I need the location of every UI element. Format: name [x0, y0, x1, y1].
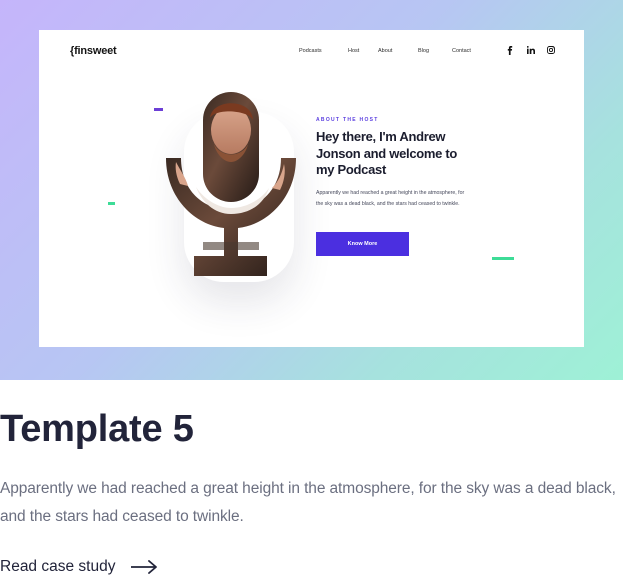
host-microphone-image: [166, 92, 296, 277]
instagram-icon[interactable]: [546, 45, 556, 55]
read-case-study-label[interactable]: Read case study: [0, 558, 115, 576]
linkedin-icon[interactable]: [526, 45, 536, 55]
know-more-button[interactable]: Know More: [316, 232, 409, 256]
decor-purple-dash: [154, 108, 163, 111]
preview-nav: Podcasts Host About Blog Contact: [299, 48, 476, 54]
hero-description: Apparently we had reached a great height…: [316, 190, 465, 207]
facebook-icon[interactable]: [505, 45, 515, 55]
card-title: Template 5: [0, 408, 194, 450]
nav-contact[interactable]: Contact: [452, 48, 476, 54]
nav-about[interactable]: About: [378, 48, 396, 54]
decor-green-dash: [108, 202, 115, 205]
read-case-study-link[interactable]: Read case study: [0, 558, 158, 576]
card-description: Apparently we had reached a great height…: [0, 480, 616, 525]
hero-title: Hey there, I'm Andrew Jonson and welcome…: [316, 129, 458, 177]
decor-green-bar: [492, 257, 514, 260]
nav-blog[interactable]: Blog: [418, 48, 430, 54]
logo: {finsweet: [70, 45, 117, 57]
arrow-right-icon[interactable]: [131, 560, 158, 574]
eyebrow-label: ABOUT THE HOST: [316, 117, 379, 123]
nav-podcasts[interactable]: Podcasts: [299, 48, 326, 54]
nav-host[interactable]: Host: [348, 48, 359, 54]
template-preview[interactable]: {finsweet Podcasts Host About Blog Conta…: [39, 30, 584, 347]
